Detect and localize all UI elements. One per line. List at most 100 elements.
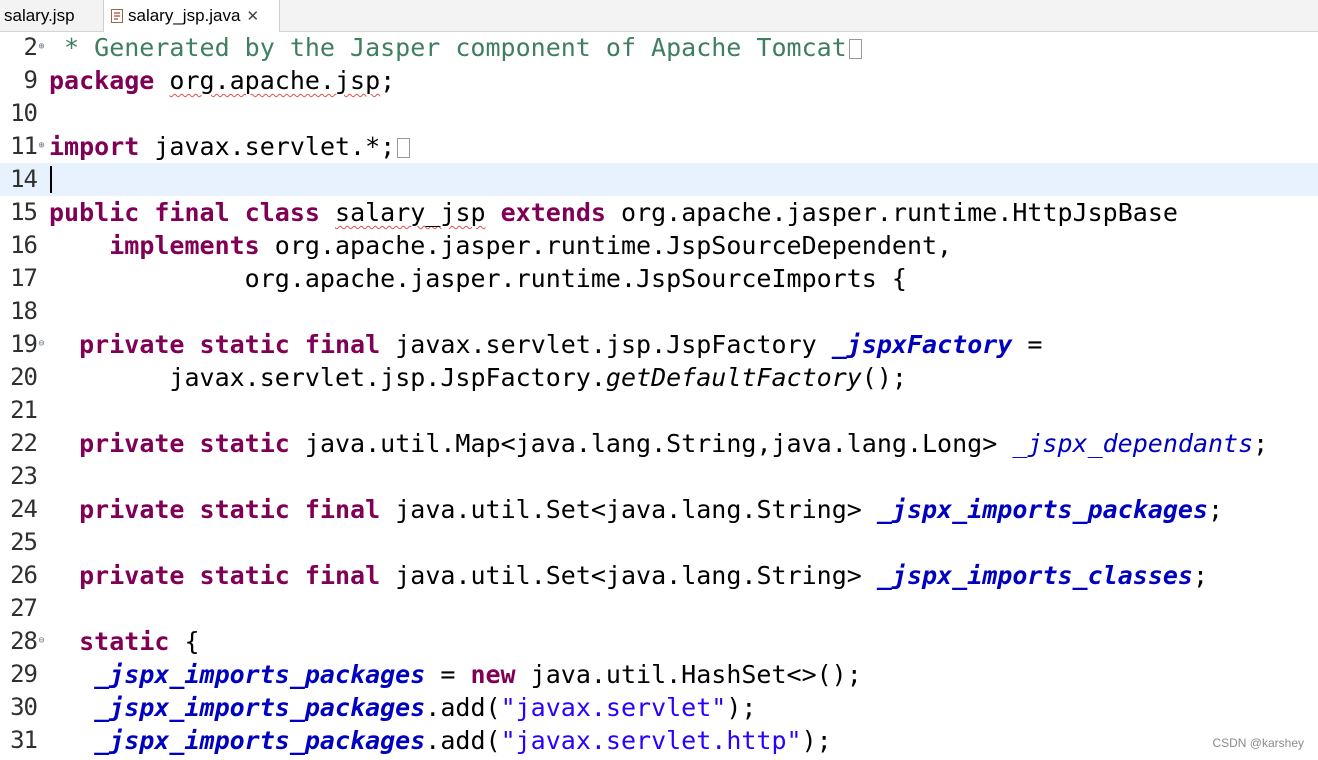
code-line: 9 package org.apache.jsp; <box>0 64 1318 97</box>
fold-expand-icon[interactable]: ⊕ <box>37 42 46 52</box>
line-number: 28 <box>10 627 38 655</box>
keyword: final <box>304 330 381 359</box>
current-line: 14 <box>0 163 1318 196</box>
code-line: 15 public final class salary_jsp extends… <box>0 196 1318 229</box>
code-line: 16 implements org.apache.jasper.runtime.… <box>0 229 1318 262</box>
code-line: 31 _jspx_imports_packages.add("javax.ser… <box>0 724 1318 757</box>
type-name: org.apache.jasper.runtime.JspSourceImpor… <box>244 264 907 293</box>
code-line: 11 ⊕ import javax.servlet.*; <box>0 130 1318 163</box>
semicolon: ; <box>1192 561 1209 590</box>
semicolon: ; <box>1208 495 1224 524</box>
method-call: .add( <box>425 693 501 722</box>
code-line: 18 <box>0 295 1318 328</box>
keyword: class <box>244 198 320 227</box>
line-number: 14 <box>10 165 38 193</box>
fold-collapse-icon[interactable]: ⊖ <box>37 339 46 349</box>
folded-block-icon[interactable] <box>848 39 862 59</box>
code-line: 10 <box>0 97 1318 130</box>
tab-salary-jsp-java[interactable]: salary_jsp.java ✕ <box>103 0 280 32</box>
comment-text: * Generated by the Jasper component of A… <box>49 33 847 62</box>
keyword: static <box>79 627 170 656</box>
line-number: 21 <box>10 396 38 424</box>
code-line: 17 org.apache.jasper.runtime.JspSourceIm… <box>0 262 1318 295</box>
line-number: 9 <box>23 66 38 94</box>
code-line: 22 private static java.util.Map<java.lan… <box>0 427 1318 460</box>
keyword: implements <box>109 231 260 260</box>
keyword: extends <box>500 198 606 227</box>
type-name: java.util.HashSet<>(); <box>515 660 862 689</box>
static-field: _jspx_imports_packages <box>876 495 1209 524</box>
code-line: 24 private static final java.util.Set<ja… <box>0 493 1318 526</box>
line-number: 15 <box>10 198 38 226</box>
import-name: javax.servlet.*; <box>154 132 396 161</box>
static-field: _jspx_imports_packages <box>94 726 426 755</box>
type-name: org.apache.jasper.runtime.HttpJspBase <box>621 198 1178 227</box>
watermark: CSDN @karshey <box>1212 736 1304 750</box>
call-suffix: ); <box>726 693 757 722</box>
keyword: public <box>49 198 140 227</box>
keyword: static <box>199 429 290 458</box>
code-line: 26 private static final java.util.Set<ja… <box>0 559 1318 592</box>
line-number: 22 <box>10 429 38 457</box>
call-suffix: ); <box>801 726 832 755</box>
code-editor[interactable]: 2 ⊕ * Generated by the Jasper component … <box>0 31 1318 760</box>
line-number: 11 <box>10 132 38 160</box>
keyword: private <box>79 429 185 458</box>
type-name: javax.servlet.jsp.JspFactory <box>395 330 817 359</box>
line-number: 27 <box>10 594 38 622</box>
static-field: _jspx_imports_packages <box>94 693 426 722</box>
line-number: 25 <box>10 528 38 556</box>
line-number: 23 <box>10 462 38 490</box>
class-name: salary_jsp <box>335 198 486 227</box>
semicolon: ; <box>380 66 396 95</box>
close-icon[interactable]: ✕ <box>246 1 259 32</box>
tab-label: salary_jsp.java <box>128 6 241 25</box>
code-line: 29 _jspx_imports_packages = new java.uti… <box>0 658 1318 691</box>
line-number: 31 <box>10 726 38 754</box>
line-number: 19 <box>10 330 38 358</box>
keyword: static <box>199 495 290 524</box>
line-number: 18 <box>10 297 38 325</box>
call-suffix: (); <box>861 363 907 392</box>
code-line: 20 javax.servlet.jsp.JspFactory.getDefau… <box>0 361 1318 394</box>
code-line: 25 <box>0 526 1318 559</box>
keyword: package <box>49 66 155 95</box>
code-line: 19 ⊖ private static final javax.servlet.… <box>0 328 1318 361</box>
static-method: getDefaultFactory <box>605 363 862 392</box>
type-name: org.apache.jasper.runtime.JspSourceDepen… <box>274 231 953 260</box>
fold-collapse-icon[interactable]: ⊖ <box>37 636 46 646</box>
brace: { <box>169 627 200 656</box>
line-number: 20 <box>10 363 38 391</box>
keyword: import <box>49 132 140 161</box>
code-line: 28 ⊖ static { <box>0 625 1318 658</box>
assign-op: = <box>425 660 471 689</box>
text-cursor <box>50 166 52 193</box>
fold-expand-icon[interactable]: ⊕ <box>37 141 46 151</box>
type-name: javax.servlet.jsp.JspFactory. <box>169 363 606 392</box>
static-field: _jspxFactory <box>831 330 1013 359</box>
type-name: java.util.Set<java.lang.String> <box>395 495 862 524</box>
keyword: static <box>199 561 290 590</box>
keyword: static <box>199 330 290 359</box>
code-line: 23 <box>0 460 1318 493</box>
line-number: 24 <box>10 495 38 523</box>
keyword: private <box>79 495 185 524</box>
keyword: final <box>304 561 381 590</box>
keyword: final <box>304 495 381 524</box>
line-number: 26 <box>10 561 38 589</box>
tab-salary-jsp[interactable]: salary.jsp <box>0 0 103 31</box>
type-name: java.util.Map<java.lang.String,java.lang… <box>304 429 998 458</box>
string-literal: "javax.servlet.http" <box>500 726 802 755</box>
line-number: 2 <box>23 33 38 61</box>
keyword: private <box>79 330 185 359</box>
line-number: 16 <box>10 231 38 259</box>
code-line: 21 <box>0 394 1318 427</box>
folded-block-icon[interactable] <box>397 138 411 158</box>
type-name: java.util.Set<java.lang.String> <box>395 561 862 590</box>
static-field: _jspx_dependants <box>1012 429 1254 458</box>
java-file-icon <box>111 9 123 23</box>
code-line: 2 ⊕ * Generated by the Jasper component … <box>0 31 1318 64</box>
line-number: 29 <box>10 660 38 688</box>
line-number: 30 <box>10 693 38 721</box>
static-field: _jspx_imports_packages <box>94 660 426 689</box>
